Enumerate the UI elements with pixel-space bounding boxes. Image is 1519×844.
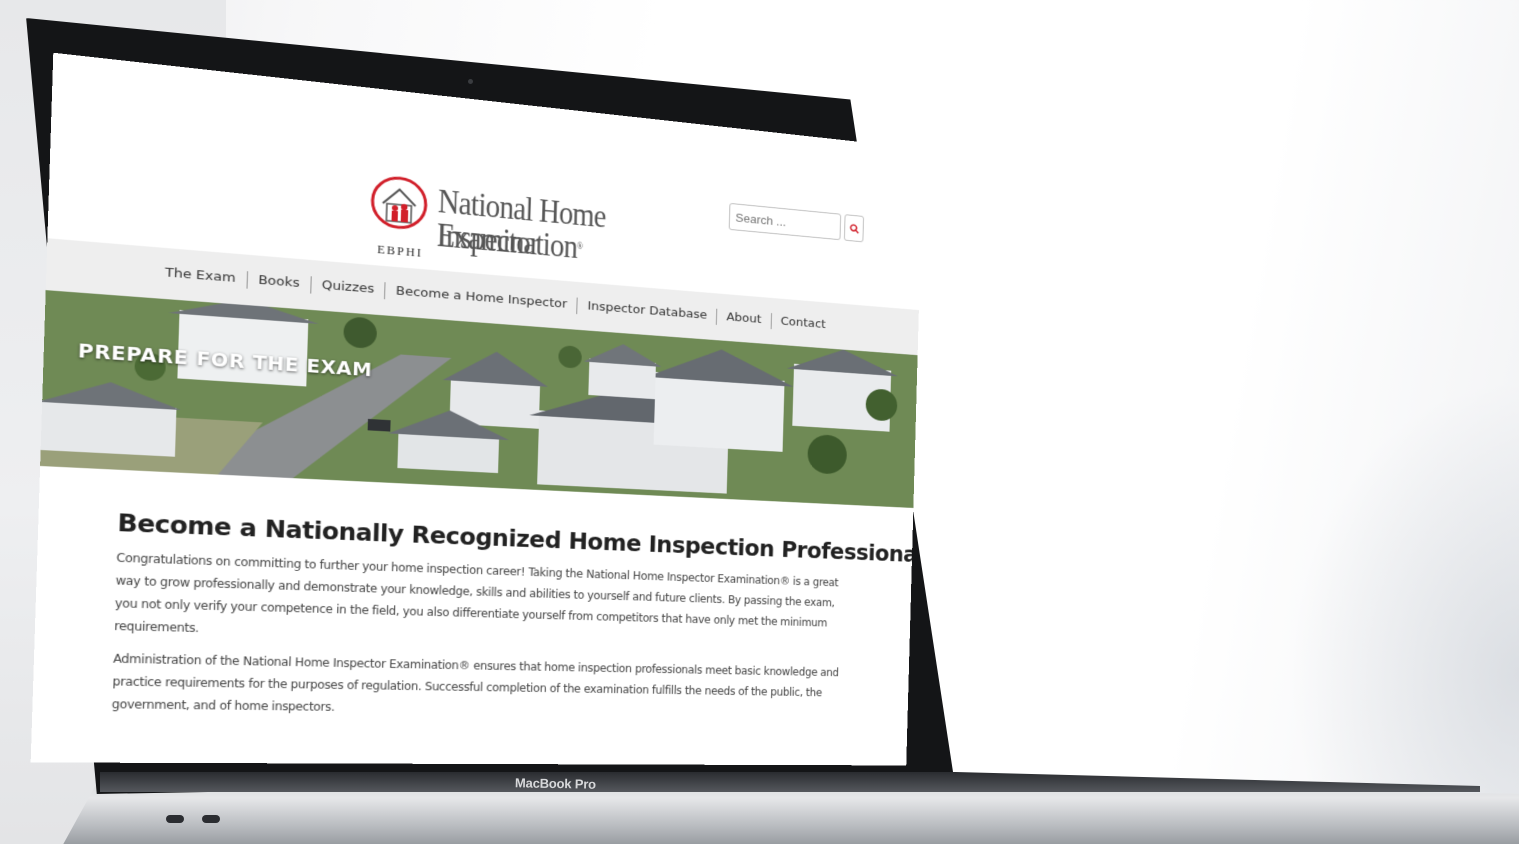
search-form bbox=[728, 202, 865, 243]
usb-c-port bbox=[166, 815, 184, 823]
nav-item-contact[interactable]: Contact bbox=[770, 313, 835, 334]
nav-item-about[interactable]: About bbox=[716, 308, 771, 330]
logo-reg-mark: ® bbox=[576, 241, 583, 252]
nav-item-quizzes[interactable]: Quizzes bbox=[309, 276, 385, 300]
usb-c-port bbox=[202, 815, 220, 823]
search-button[interactable] bbox=[843, 214, 865, 243]
nav-item-the-exam[interactable]: The Exam bbox=[154, 264, 247, 289]
administration-paragraph: Administration of the National Home Insp… bbox=[111, 651, 839, 714]
main-content: Become a Nationally Recognized Home Insp… bbox=[31, 466, 924, 765]
nav-item-become-inspector[interactable]: Become a Home Inspector bbox=[384, 282, 578, 315]
device-label: MacBook Pro bbox=[514, 775, 596, 792]
nav-item-books[interactable]: Books bbox=[246, 271, 311, 294]
screen-perspective: EBPHI National Home Inspector Examinatio… bbox=[0, 0, 1519, 844]
search-input[interactable] bbox=[728, 202, 842, 241]
house-logo-icon bbox=[369, 172, 428, 240]
laptop-screen: EBPHI National Home Inspector Examinatio… bbox=[30, 52, 924, 766]
logo-org: EBPHI bbox=[377, 242, 424, 260]
nav-item-inspector-database[interactable]: Inspector Database bbox=[576, 297, 717, 325]
search-icon bbox=[849, 223, 859, 234]
intro-paragraph: Congratulations on committing to further… bbox=[113, 550, 839, 635]
